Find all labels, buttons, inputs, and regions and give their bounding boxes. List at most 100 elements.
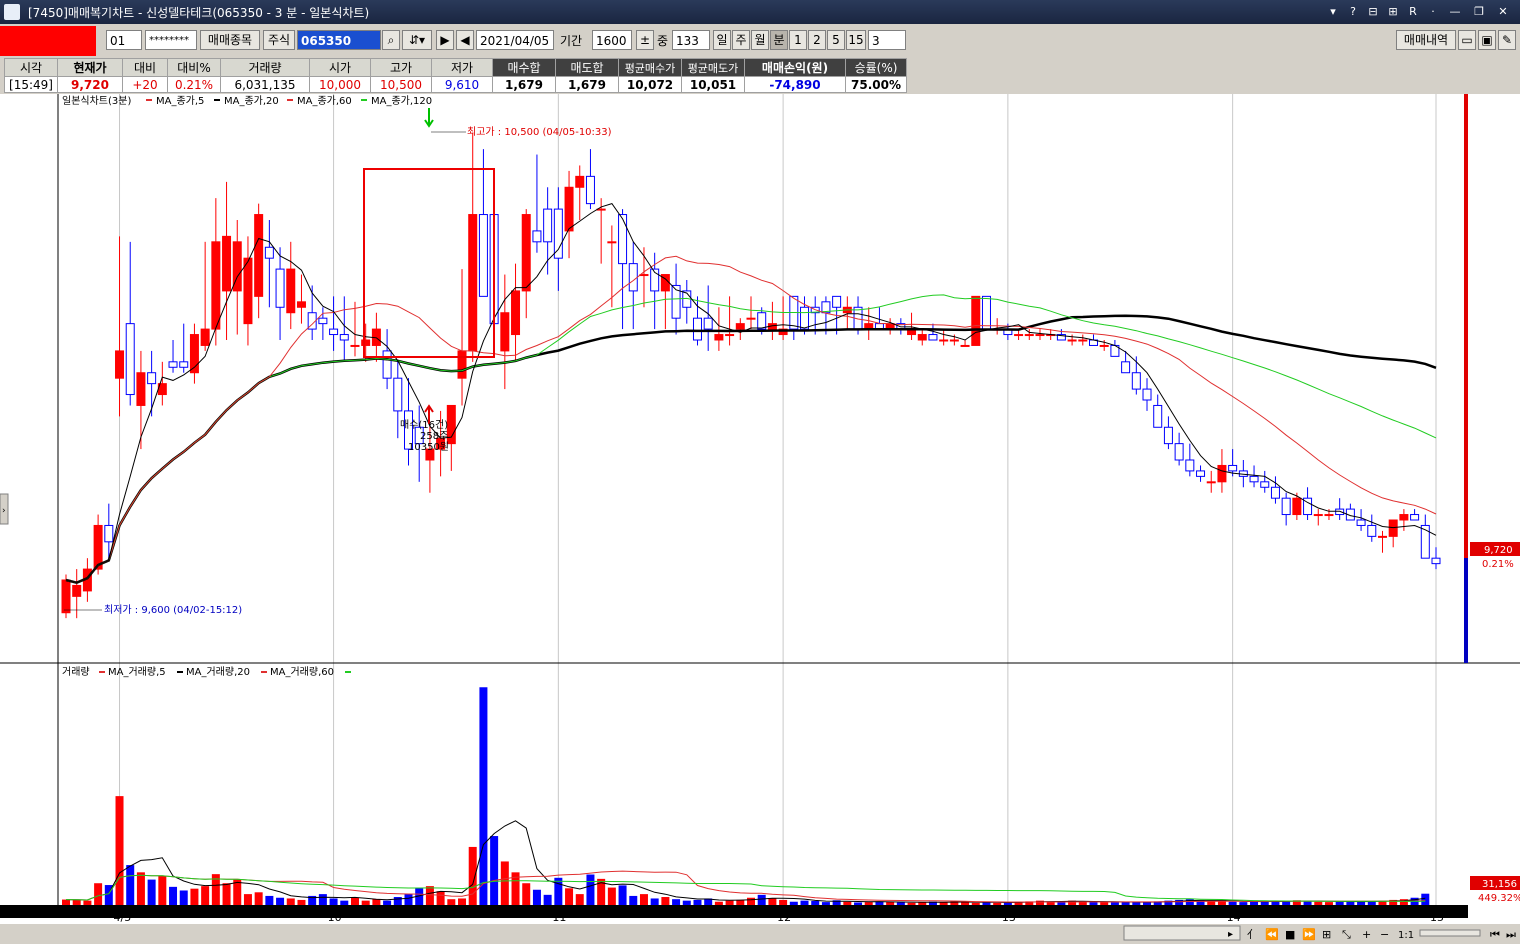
minus-icon[interactable]: −	[1380, 928, 1389, 941]
legend-swatch	[345, 671, 351, 673]
volume-bar	[650, 898, 659, 905]
code-input[interactable]: 065350	[297, 30, 381, 50]
zoom-fit-icon[interactable]: ⤡	[1342, 928, 1351, 941]
candle-body	[981, 295, 991, 330]
stock-type-button[interactable]: 주식	[263, 30, 295, 50]
candle-body	[1206, 481, 1216, 484]
candle-body	[500, 312, 510, 352]
date-input[interactable]: 2021/04/05	[476, 30, 554, 50]
tab-month[interactable]: 월	[751, 30, 769, 50]
cross-icon[interactable]: +	[1362, 928, 1371, 941]
last-icon[interactable]: ⏭	[1506, 928, 1516, 941]
chart-area[interactable]: › 일본식차트(3분) MA_종가,5 MA_종가,20 MA_종가,60 MA…	[0, 94, 1520, 944]
candle-body	[1217, 464, 1227, 483]
candle-body	[1399, 514, 1409, 521]
volume-bar	[1303, 901, 1312, 905]
ratio-icon[interactable]: 1:1	[1398, 930, 1414, 941]
h-scrollbar[interactable]	[1123, 925, 1241, 941]
volume-bar	[158, 875, 167, 905]
volume-bar	[522, 883, 531, 905]
step-icon[interactable]: ⊞	[1322, 928, 1331, 941]
tab-week[interactable]: 주	[732, 30, 750, 50]
tile-icon[interactable]: ⊟	[1364, 3, 1382, 21]
toolbar-icon-1[interactable]: ⺅	[1247, 928, 1258, 941]
quote-open: 10,000	[309, 76, 371, 93]
volume-bar	[961, 902, 970, 905]
candle-body	[746, 317, 756, 320]
candle-body	[339, 334, 349, 341]
zoom-slider[interactable]	[1419, 929, 1481, 937]
prev-icon[interactable]: ◀	[456, 30, 474, 50]
legend-ma60: MA_종가,60	[297, 95, 352, 107]
volume-bar	[618, 885, 627, 905]
tab-5[interactable]: 5	[827, 30, 845, 50]
candle-body	[1260, 481, 1270, 488]
minimize-icon[interactable]: —	[1444, 3, 1466, 21]
quote-header: 시가	[309, 58, 371, 77]
adjust-icon[interactable]: ±	[636, 30, 654, 50]
stop-icon[interactable]: ■	[1285, 928, 1295, 941]
account-select[interactable]: 01	[106, 30, 142, 50]
tab-2[interactable]: 2	[808, 30, 826, 50]
wrench-icon[interactable]: ✎	[1498, 30, 1516, 50]
title-bar: [7450]매매복기차트 - 신성델타테크(065350 - 3 분 - 일본식…	[0, 0, 1520, 24]
tab-1[interactable]: 1	[789, 30, 807, 50]
tab-minute[interactable]: 분	[770, 30, 788, 50]
candle-body	[72, 584, 82, 597]
volume-bar	[318, 894, 327, 905]
scroll-right-icon[interactable]: ▸	[1228, 929, 1233, 940]
next-icon[interactable]: ▶	[436, 30, 454, 50]
volume-bar	[629, 895, 638, 905]
pin-icon[interactable]: ·	[1424, 3, 1442, 21]
forward-icon[interactable]: ⏩	[1302, 928, 1316, 941]
period-input[interactable]: 1600	[592, 30, 632, 50]
candle-body	[618, 214, 628, 265]
password-field[interactable]: ********	[145, 30, 197, 50]
candle-body	[457, 350, 467, 379]
layout-icon[interactable]: ⊞	[1384, 3, 1402, 21]
tab-day[interactable]: 일	[713, 30, 731, 50]
volume-bar	[800, 900, 809, 905]
maximize-icon[interactable]: ❐	[1468, 3, 1490, 21]
volume-bar	[1357, 901, 1366, 905]
sort-icon[interactable]: ⇵▾	[402, 30, 432, 50]
splitter-arrow-icon[interactable]: ›	[2, 506, 6, 516]
tab-15[interactable]: 15	[846, 30, 866, 50]
volume-bar	[768, 898, 777, 905]
price-volume-chart[interactable]: › 일본식차트(3분) MA_종가,5 MA_종가,20 MA_종가,60 MA…	[0, 94, 1520, 944]
save-icon[interactable]: ▣	[1478, 30, 1496, 50]
volume-bar	[1100, 902, 1109, 905]
dropdown-icon[interactable]: ▾	[1324, 3, 1342, 21]
candle-body	[393, 377, 403, 412]
volume-bar	[1421, 893, 1430, 905]
volume-bar	[286, 898, 295, 905]
help-icon[interactable]: ?	[1344, 3, 1362, 21]
volume-bar	[907, 902, 916, 905]
candle-body	[168, 361, 178, 368]
high-marker-arrow-icon	[424, 108, 434, 128]
volume-bar	[179, 890, 188, 905]
refresh-icon[interactable]: R	[1404, 3, 1422, 21]
candle-body	[318, 317, 328, 325]
candle-body	[254, 214, 264, 297]
close-icon[interactable]: ✕	[1492, 3, 1514, 21]
quote-header: 저가	[431, 58, 493, 77]
folder-icon[interactable]: ▭	[1458, 30, 1476, 50]
candle-body	[1196, 470, 1206, 477]
window-title: [7450]매매복기차트 - 신성델타테크(065350 - 3 분 - 일본식…	[28, 6, 370, 20]
rewind-icon[interactable]: ⏪	[1265, 928, 1279, 941]
first-icon[interactable]: ⏮	[1490, 928, 1500, 941]
x-tick-label: 12	[777, 911, 791, 924]
minute-select[interactable]: 3	[868, 30, 906, 50]
candle-body	[1067, 339, 1077, 342]
volume-bar	[661, 897, 670, 905]
search-icon[interactable]: ⌕	[382, 30, 400, 50]
volume-bar	[190, 888, 199, 905]
history-button[interactable]: 매매내역	[1396, 30, 1456, 50]
mid-input[interactable]: 133	[672, 30, 710, 50]
volume-bar	[672, 899, 681, 905]
x-tick-label: 4/5	[114, 911, 132, 924]
trade-items-button[interactable]: 매매종목	[200, 30, 260, 50]
legend-swatch	[177, 671, 183, 673]
candle-body	[1270, 486, 1280, 499]
